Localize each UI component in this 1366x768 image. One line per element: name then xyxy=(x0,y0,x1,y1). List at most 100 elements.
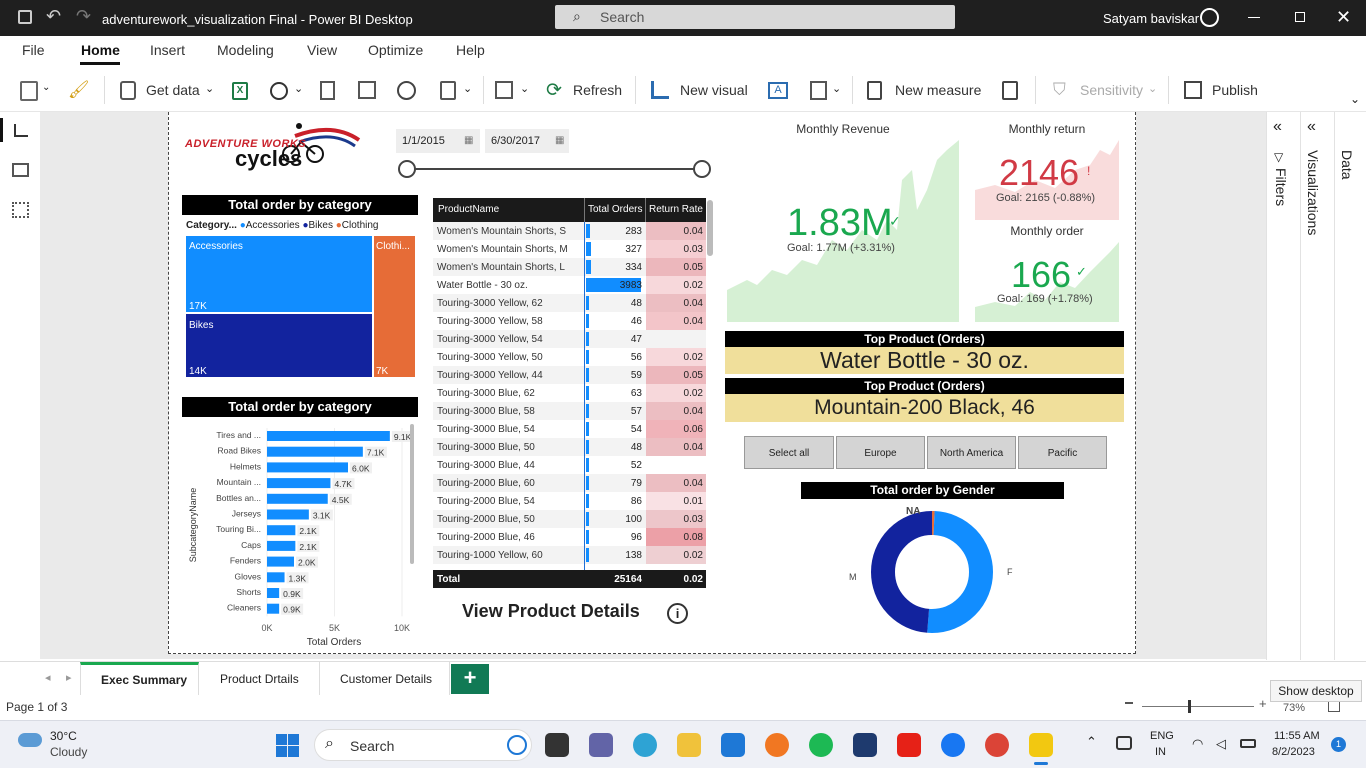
battery-icon[interactable] xyxy=(1240,739,1256,748)
table-row[interactable]: Women's Mountain Shorts, L 334 0.05 xyxy=(433,258,706,276)
get-data-button[interactable]: Get data xyxy=(146,82,200,98)
new-measure-button[interactable]: New measure xyxy=(895,82,981,98)
tab-customer-details[interactable]: Customer Details xyxy=(320,662,450,695)
table-row[interactable]: Touring-2000 Blue, 46 96 0.08 xyxy=(433,528,706,546)
chrome-icon[interactable] xyxy=(985,733,1009,757)
teams-icon[interactable] xyxy=(589,733,613,757)
enter-data-icon[interactable] xyxy=(358,81,376,99)
taskbar-search[interactable]: ⌕ Search xyxy=(314,729,532,761)
close-icon[interactable]: ✕ xyxy=(1336,7,1351,28)
new-visual-icon[interactable] xyxy=(651,81,669,99)
clock-date[interactable]: 8/2/2023 xyxy=(1272,746,1315,758)
mail-icon[interactable] xyxy=(721,733,745,757)
model-view-icon[interactable] xyxy=(12,202,29,218)
table-row[interactable]: Touring-2000 Blue, 50 100 0.03 xyxy=(433,510,706,528)
filters-pane-label[interactable]: Filters xyxy=(1273,168,1289,206)
table-view-icon[interactable] xyxy=(12,163,29,177)
dataverse-icon[interactable] xyxy=(397,81,416,100)
chevron-up-icon[interactable]: ⌃ xyxy=(1086,734,1097,750)
lang-primary[interactable]: ENG xyxy=(1150,730,1174,742)
recent-sources-icon[interactable] xyxy=(440,81,456,100)
table-row[interactable]: Touring-3000 Yellow, 62 48 0.04 xyxy=(433,294,706,312)
temperature[interactable]: 30°C xyxy=(50,729,77,743)
table-row[interactable]: Touring-3000 Blue, 62 63 0.02 xyxy=(433,384,706,402)
menu-modeling[interactable]: Modeling xyxy=(217,42,274,58)
treemap-tile-clothing[interactable]: Clothi... 7K xyxy=(374,236,415,377)
power-bi-icon[interactable] xyxy=(1029,733,1053,757)
col-total-orders[interactable]: Total Orders xyxy=(588,204,642,215)
collapse-ribbon-icon[interactable]: ⌄ xyxy=(1350,92,1360,106)
edge-icon[interactable] xyxy=(633,733,657,757)
textbox-icon[interactable]: A xyxy=(768,82,788,99)
table-row[interactable]: Touring-2000 Blue, 60 79 0.04 xyxy=(433,474,706,492)
date-from-input[interactable]: 1/1/2015 ▦ xyxy=(396,129,480,153)
slicer-select-all[interactable]: Select all xyxy=(744,436,834,469)
collapse-visualizations-icon[interactable]: « xyxy=(1307,118,1316,136)
minimize-icon[interactable] xyxy=(1248,17,1260,18)
slicer-europe[interactable]: Europe xyxy=(836,436,925,469)
search-box[interactable]: ⌕ Search xyxy=(555,5,955,29)
clipboard-icon[interactable] xyxy=(20,81,38,101)
tab-product-drtails[interactable]: Product Drtails xyxy=(200,662,320,695)
menu-insert[interactable]: Insert xyxy=(150,42,185,58)
chevron-down-icon[interactable]: ⌄ xyxy=(463,82,472,95)
zoom-handle[interactable] xyxy=(1188,700,1191,713)
menu-view[interactable]: View xyxy=(307,42,337,58)
table-row[interactable]: Women's Mountain Shorts, M 327 0.03 xyxy=(433,240,706,258)
weather[interactable]: Cloudy xyxy=(50,745,87,759)
view-product-details-button[interactable]: View Product Details xyxy=(462,601,640,622)
treemap-tile-bikes[interactable]: Bikes 14K xyxy=(186,314,372,377)
zoom-out-icon[interactable] xyxy=(1125,702,1133,704)
table-row[interactable]: Touring-1000 Yellow, 60 138 0.02 xyxy=(433,546,706,564)
data-pane-label[interactable]: Data xyxy=(1339,150,1355,180)
volume-icon[interactable]: ◁ xyxy=(1216,736,1226,752)
table-row[interactable]: Touring-2000 Blue, 54 86 0.01 xyxy=(433,492,706,510)
date-slider-start-handle[interactable] xyxy=(398,160,416,178)
calculator-icon[interactable] xyxy=(867,81,882,100)
table-row[interactable]: Touring-3000 Yellow, 50 56 0.02 xyxy=(433,348,706,366)
publish-button[interactable]: Publish xyxy=(1212,82,1258,98)
redo-icon[interactable]: ↷ xyxy=(76,6,91,27)
database-icon[interactable] xyxy=(120,81,136,100)
undo-icon[interactable]: ↶ xyxy=(46,6,61,27)
date-to-input[interactable]: 6/30/2017 ▦ xyxy=(485,129,569,153)
info-icon[interactable]: i xyxy=(667,603,688,624)
col-productname[interactable]: ProductName xyxy=(438,204,499,215)
table-row[interactable]: Touring-3000 Yellow, 54 47 xyxy=(433,330,706,348)
excel-icon[interactable]: X xyxy=(232,82,248,100)
menu-optimize[interactable]: Optimize xyxy=(368,42,423,58)
chevron-down-icon[interactable]: ⌄ xyxy=(832,82,841,95)
windows-start-icon[interactable] xyxy=(276,734,300,758)
network-off-icon[interactable] xyxy=(1116,736,1132,750)
quick-measure-icon[interactable] xyxy=(1002,81,1018,100)
task-view-icon[interactable] xyxy=(545,733,569,757)
report-view-icon[interactable] xyxy=(14,124,28,137)
menu-file[interactable]: File xyxy=(22,42,45,58)
visualizations-pane-label[interactable]: Visualizations xyxy=(1305,150,1321,235)
transform-data-icon[interactable] xyxy=(495,81,513,99)
tab-exec-summary[interactable]: Exec Summary xyxy=(80,662,199,695)
zoom-track[interactable] xyxy=(1142,706,1254,707)
slicer-north-america[interactable]: North America xyxy=(927,436,1016,469)
clock-time[interactable]: 11:55 AM xyxy=(1274,730,1320,742)
chevron-down-icon[interactable]: ⌄ xyxy=(42,82,50,93)
avatar[interactable] xyxy=(1200,8,1219,27)
publish-icon[interactable] xyxy=(1184,81,1202,99)
youtube-icon[interactable] xyxy=(897,733,921,757)
add-page-button[interactable]: + xyxy=(451,664,489,694)
table-row[interactable]: Touring-3000 Yellow, 44 59 0.05 xyxy=(433,366,706,384)
collapse-filters-icon[interactable]: « xyxy=(1273,118,1282,136)
more-visuals-icon[interactable] xyxy=(810,81,827,100)
spotify-icon[interactable] xyxy=(809,733,833,757)
slicer-pacific[interactable]: Pacific xyxy=(1018,436,1107,469)
chevron-down-icon[interactable]: ⌄ xyxy=(520,82,529,95)
new-visual-button[interactable]: New visual xyxy=(680,82,748,98)
treemap-tile-accessories[interactable]: Accessories 17K xyxy=(186,236,372,312)
date-slider-end-handle[interactable] xyxy=(693,160,711,178)
tab-prev-icon[interactable]: ◂ xyxy=(45,671,51,684)
user-name[interactable]: Satyam baviskar xyxy=(1103,11,1199,26)
sql-server-icon[interactable] xyxy=(853,733,877,757)
table-row[interactable]: Touring-3000 Yellow, 58 46 0.04 xyxy=(433,312,706,330)
table-row[interactable]: Water Bottle - 30 oz. 3983 0.02 xyxy=(433,276,706,294)
menu-help[interactable]: Help xyxy=(456,42,485,58)
